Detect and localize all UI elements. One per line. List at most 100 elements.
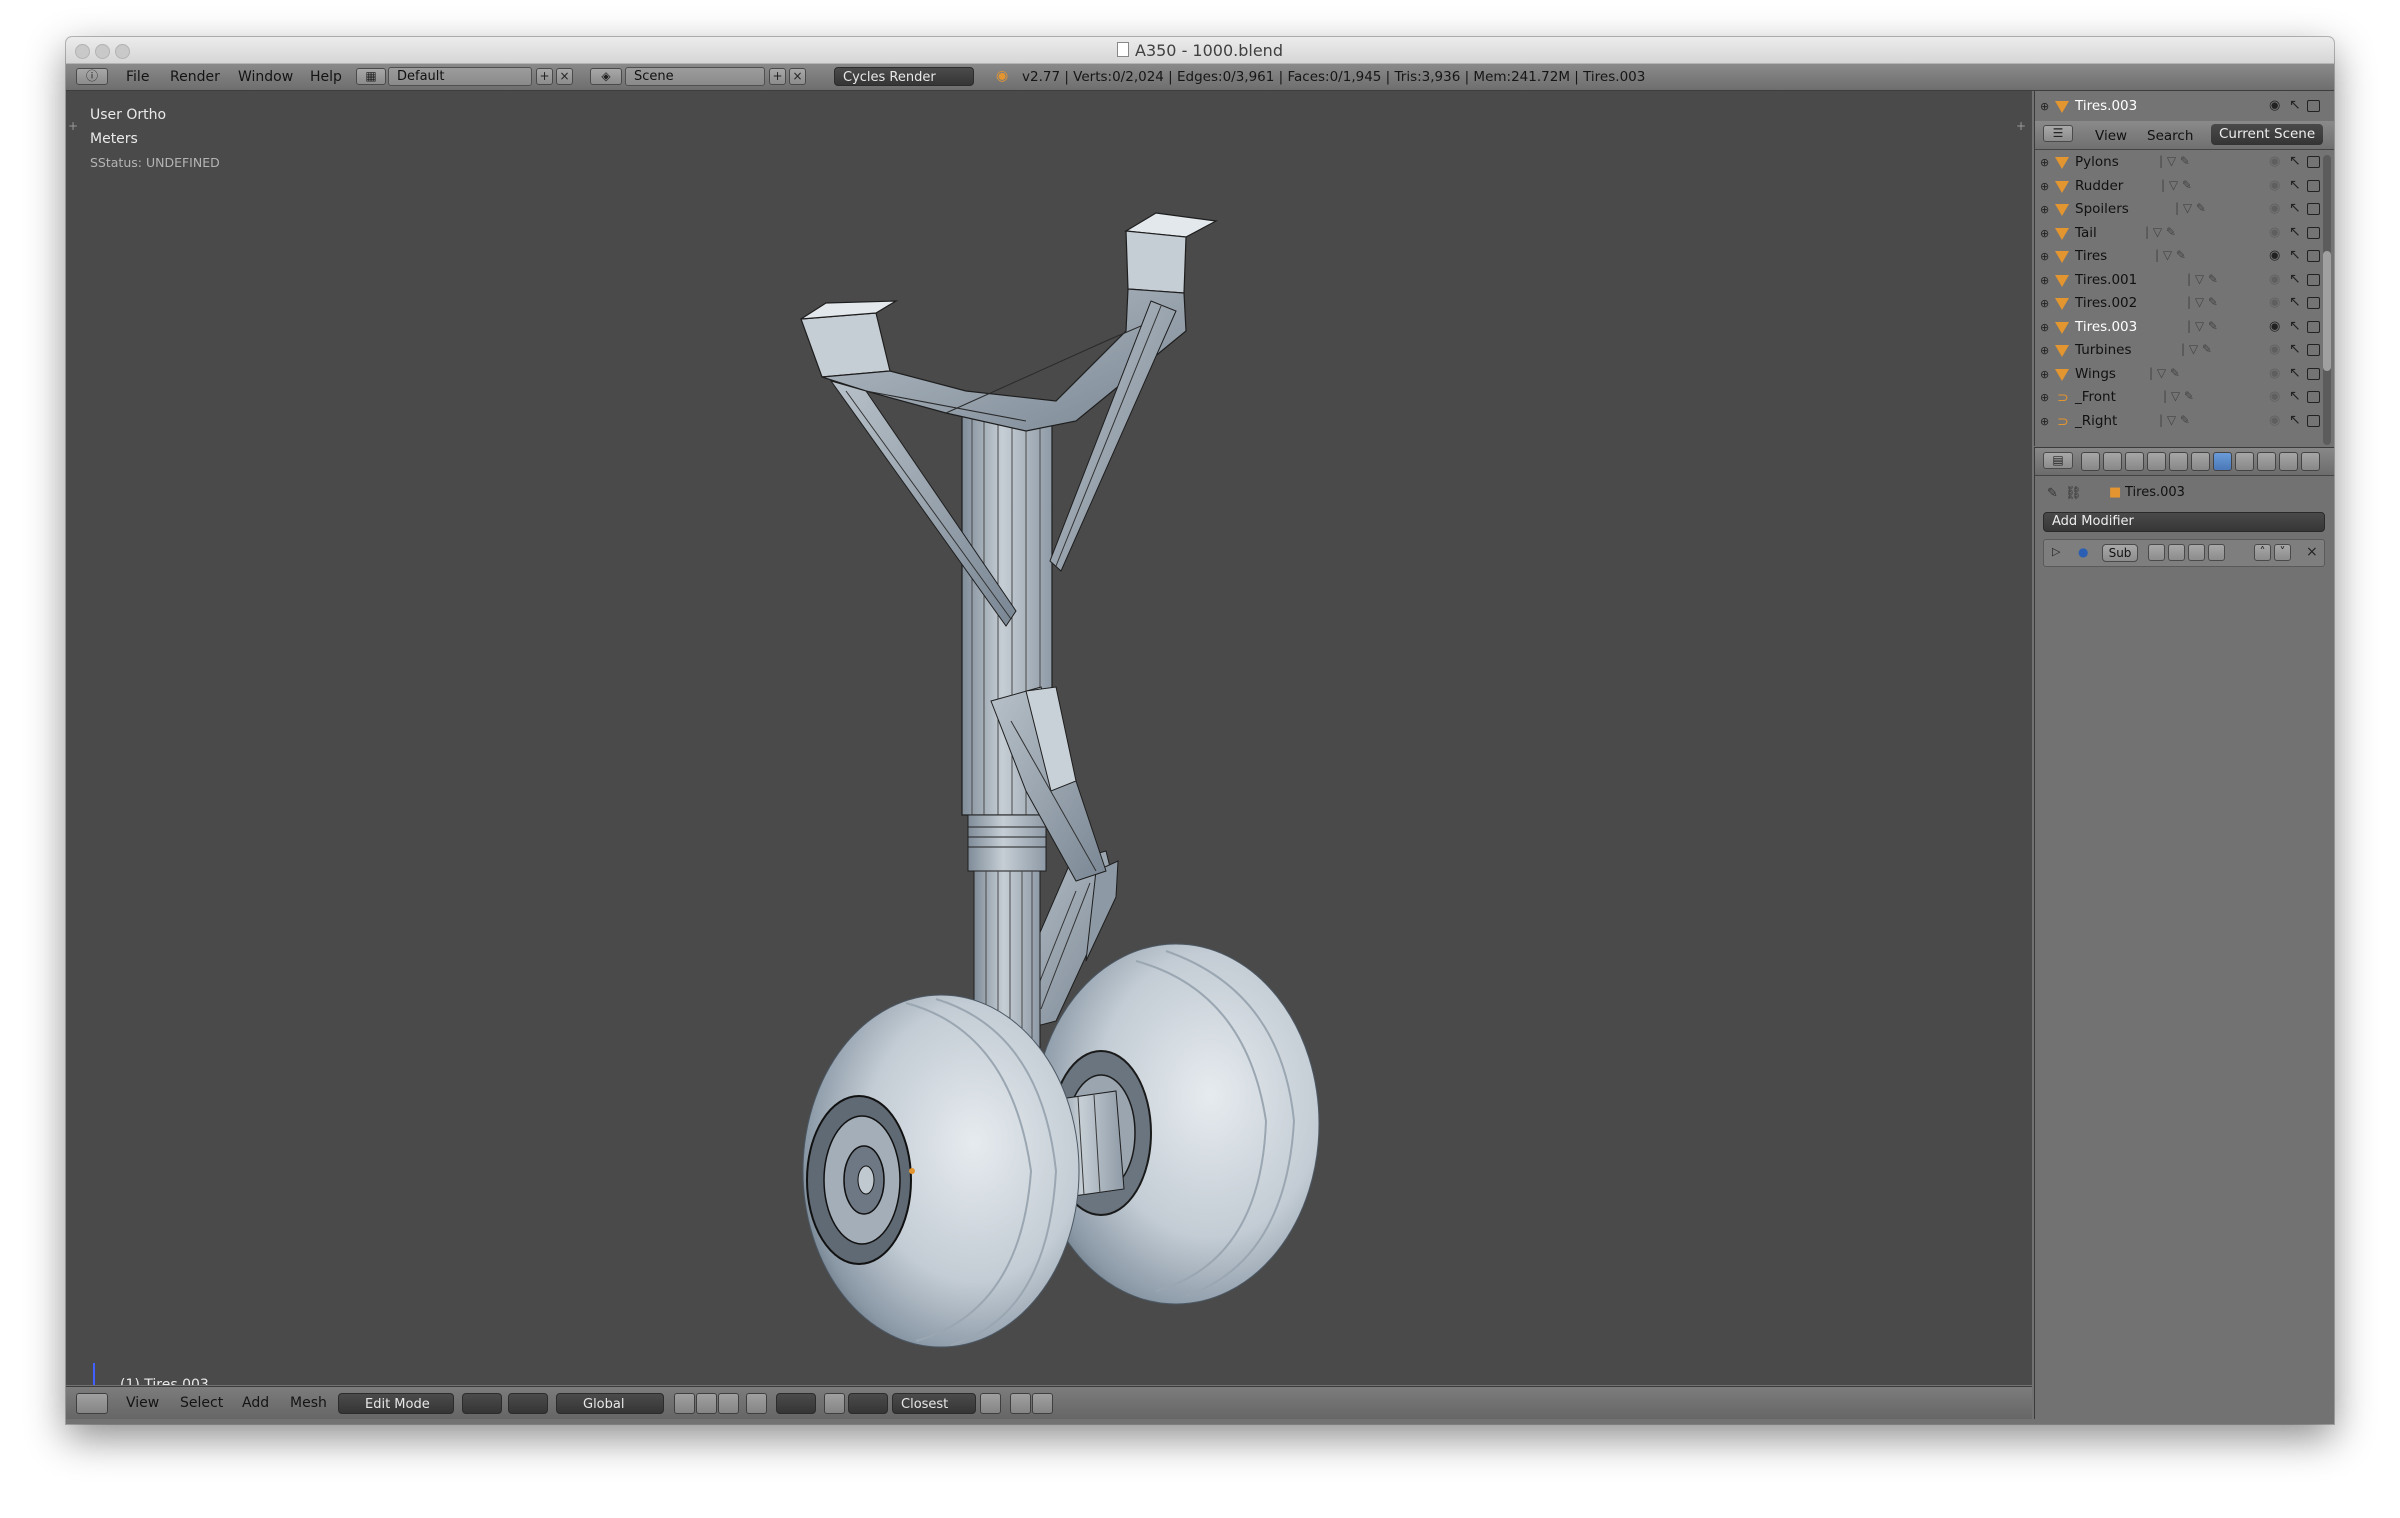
select-cursor-icon[interactable]: ↖	[2289, 224, 2301, 240]
render-icon[interactable]	[2307, 273, 2320, 286]
visibility-eye-icon[interactable]: ◉	[2269, 295, 2280, 310]
select-cursor-icon[interactable]: ↖	[2289, 294, 2301, 310]
outliner-item[interactable]: ⊕ Tires.001 | ▽ ✎ ◉ ↖	[2035, 269, 2327, 292]
viewport-shading-dropdown[interactable]	[462, 1393, 502, 1414]
scene-field[interactable]: Scene	[625, 67, 765, 86]
expand-icon[interactable]: ⊕	[2040, 368, 2049, 381]
visibility-eye-icon[interactable]: ◉	[2269, 98, 2280, 113]
proportional-edit-dropdown[interactable]	[776, 1393, 816, 1414]
select-cursor-icon[interactable]: ↖	[2289, 365, 2301, 381]
render-icon[interactable]	[2307, 320, 2320, 333]
expand-icon[interactable]: ⊕	[2040, 180, 2049, 193]
menu-help[interactable]: Help	[310, 69, 342, 85]
screen-layout-icon[interactable]: ▦	[356, 68, 386, 85]
editor-type-info-button[interactable]: ⓘ	[76, 68, 108, 85]
move-modifier-up-button[interactable]: ˄	[2254, 544, 2271, 561]
visibility-eye-icon[interactable]: ◉	[2269, 201, 2280, 216]
select-cursor-icon[interactable]: ↖	[2289, 153, 2301, 169]
render-layers-tab-icon[interactable]	[2103, 452, 2122, 471]
outliner-item[interactable]: ⊕ ⊃ _Right | ▽ ✎ ◉ ↖	[2035, 410, 2327, 433]
render-icon[interactable]	[2307, 414, 2320, 427]
material-tab-icon[interactable]	[2257, 452, 2276, 471]
outliner-tab-view[interactable]: View	[2095, 128, 2127, 144]
menu-add[interactable]: Add	[242, 1395, 269, 1411]
modifiers-tab-icon[interactable]	[2213, 452, 2232, 471]
expand-icon[interactable]: ⊕	[2040, 321, 2049, 334]
menu-file[interactable]: File	[126, 69, 149, 85]
expand-icon[interactable]: ⊕	[2040, 227, 2049, 240]
menu-select[interactable]: Select	[180, 1395, 223, 1411]
visibility-eye-icon[interactable]: ◉	[2269, 366, 2280, 381]
visibility-eye-icon[interactable]: ◉	[2269, 225, 2280, 240]
select-cursor-icon[interactable]: ↖	[2289, 388, 2301, 404]
outliner-item[interactable]: ⊕ Tires | ▽ ✎ ◉ ↖	[2035, 245, 2327, 268]
select-cursor-icon[interactable]: ↖	[2289, 318, 2301, 334]
interaction-mode-dropdown[interactable]: Edit Mode	[338, 1393, 454, 1414]
limit-selection-icon[interactable]	[746, 1393, 767, 1414]
collapse-arrow-icon[interactable]: ▷	[2052, 545, 2060, 558]
transform-orientation-dropdown[interactable]: Global	[556, 1393, 664, 1414]
add-layout-button[interactable]: +	[536, 68, 553, 85]
expand-icon[interactable]: ⊕	[2040, 274, 2049, 287]
layout-field[interactable]: Default	[388, 67, 532, 86]
render-engine-dropdown[interactable]: Cycles Render	[834, 67, 974, 86]
expand-icon[interactable]: ⊕	[2040, 297, 2049, 310]
outliner[interactable]: ⊕ Tires.003 ◉ ↖ ☰ View Search Current Sc…	[2034, 91, 2334, 446]
visibility-eye-icon[interactable]: ◉	[2269, 319, 2280, 334]
texture-tab-icon[interactable]	[2279, 452, 2298, 471]
outliner-item[interactable]: ⊕ Rudder | ▽ ✎ ◉ ↖	[2035, 175, 2327, 198]
snap-align-icon[interactable]	[980, 1393, 1001, 1414]
render-icon[interactable]	[2307, 344, 2320, 356]
render-icon[interactable]	[2307, 391, 2320, 403]
particles-tab-icon[interactable]	[2301, 452, 2320, 471]
edge-select-icon[interactable]	[696, 1393, 717, 1414]
data-tab-icon[interactable]	[2235, 452, 2254, 471]
expand-icon[interactable]: ⊕	[2040, 100, 2049, 113]
modifier-viewport-toggle-icon[interactable]	[2168, 544, 2185, 561]
select-cursor-icon[interactable]: ↖	[2289, 341, 2301, 357]
remove-layout-button[interactable]: ×	[556, 68, 573, 85]
add-modifier-dropdown[interactable]: Add Modifier	[2043, 512, 2325, 532]
render-icon[interactable]	[2307, 297, 2320, 309]
3d-viewport[interactable]: User Ortho Meters SStatus: UNDEFINED + +	[66, 91, 2032, 1385]
expand-icon[interactable]: ⊕	[2040, 250, 2049, 263]
outliner-scrollbar-thumb[interactable]	[2323, 251, 2331, 371]
modifier-editmode-toggle-icon[interactable]	[2188, 544, 2205, 561]
editor-type-3d-view-icon[interactable]	[76, 1393, 108, 1414]
select-cursor-icon[interactable]: ↖	[2289, 412, 2301, 428]
expand-icon[interactable]: ⊕	[2040, 344, 2049, 357]
visibility-eye-icon[interactable]: ◉	[2269, 342, 2280, 357]
outliner-item[interactable]: ⊕ Wings | ▽ ✎ ◉ ↖	[2035, 363, 2327, 386]
select-cursor-icon[interactable]: ↖	[2289, 177, 2301, 193]
outliner-item[interactable]: ⊕ Tail | ▽ ✎ ◉ ↖	[2035, 222, 2327, 245]
pin-icon[interactable]: ✎	[2047, 486, 2058, 501]
render-icon[interactable]	[2307, 367, 2320, 380]
constraints-tab-icon[interactable]	[2191, 452, 2210, 471]
render-icon[interactable]	[2307, 100, 2320, 112]
outliner-display-mode[interactable]: Current Scene	[2211, 124, 2324, 145]
outliner-editor-type-icon[interactable]: ☰	[2043, 125, 2073, 142]
expand-icon[interactable]: ⊕	[2040, 415, 2049, 428]
outliner-tab-search[interactable]: Search	[2147, 128, 2193, 144]
outliner-item[interactable]: ⊕ Tires.003 | ▽ ✎ ◉ ↖	[2035, 316, 2327, 339]
outliner-item[interactable]: ⊕ Pylons | ▽ ✎ ◉ ↖	[2035, 151, 2327, 174]
opengl-render-icon[interactable]	[1010, 1393, 1031, 1414]
snap-target-dropdown[interactable]: Closest	[892, 1393, 976, 1414]
menu-window[interactable]: Window	[238, 69, 293, 85]
remove-modifier-close-icon[interactable]: ×	[2306, 544, 2318, 560]
select-cursor-icon[interactable]: ↖	[2289, 200, 2301, 216]
menu-mesh[interactable]: Mesh	[290, 1395, 327, 1411]
modifier-render-toggle-icon[interactable]	[2148, 544, 2165, 561]
scene-tab-icon[interactable]	[2125, 452, 2144, 471]
world-tab-icon[interactable]	[2147, 452, 2166, 471]
expand-icon[interactable]: ⊕	[2040, 391, 2049, 404]
render-icon[interactable]	[2307, 250, 2320, 262]
vertex-select-icon[interactable]	[674, 1393, 695, 1414]
snap-element-dropdown[interactable]	[848, 1393, 888, 1414]
visibility-eye-icon[interactable]: ◉	[2269, 154, 2280, 169]
render-icon[interactable]	[2307, 226, 2320, 239]
render-tab-icon[interactable]	[2081, 452, 2100, 471]
select-cursor-icon[interactable]: ↖	[2289, 247, 2301, 263]
select-cursor-icon[interactable]: ↖	[2289, 97, 2301, 113]
modifier-name-field[interactable]: Sub	[2102, 544, 2138, 562]
